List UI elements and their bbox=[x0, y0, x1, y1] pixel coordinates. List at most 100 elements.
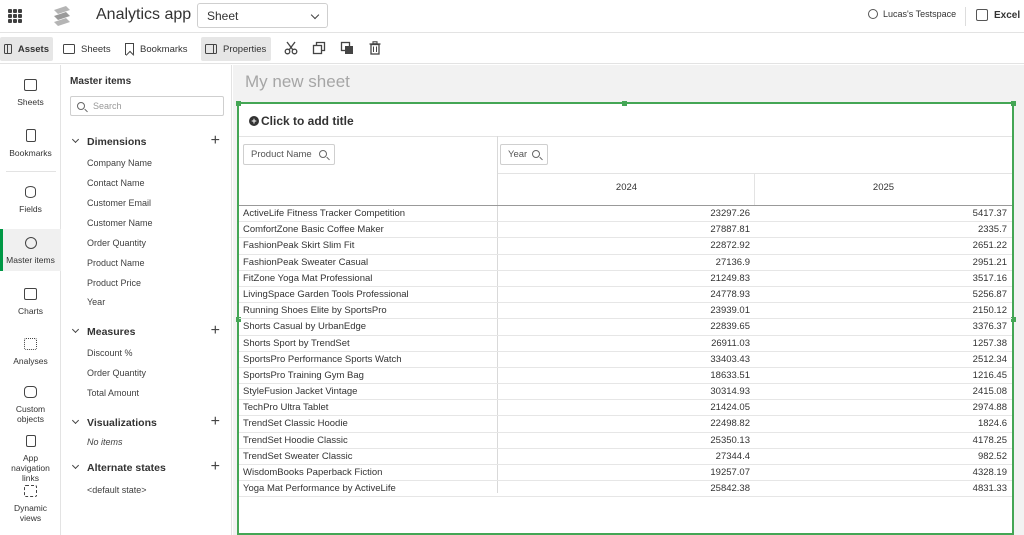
list-item[interactable]: Product Price bbox=[87, 278, 141, 288]
list-item[interactable]: <default state> bbox=[87, 485, 147, 495]
section-visualizations[interactable]: Visualizations + bbox=[70, 413, 224, 432]
add-dimension-icon[interactable]: + bbox=[211, 132, 220, 150]
space-icon bbox=[868, 9, 878, 19]
rail-item-master-items[interactable]: Master items bbox=[0, 229, 61, 271]
list-item[interactable]: Order Quantity bbox=[87, 368, 146, 378]
rail-label: Charts bbox=[17, 306, 44, 316]
list-item[interactable]: Customer Email bbox=[87, 198, 151, 208]
rail-item-fields[interactable]: Fields bbox=[0, 186, 61, 214]
table-row[interactable]: TrendSet Sweater Classic 27344.4 982.52 bbox=[239, 449, 1012, 465]
search-input[interactable]: Search bbox=[70, 96, 224, 116]
add-visualization-icon[interactable]: + bbox=[211, 413, 220, 431]
list-item[interactable]: Contact Name bbox=[87, 178, 145, 188]
bookmarks-button[interactable]: Bookmarks bbox=[121, 37, 192, 61]
puzzle-icon bbox=[24, 386, 37, 398]
table-row[interactable]: LivingSpace Garden Tools Professional 247… bbox=[239, 287, 1012, 304]
column-header-2024[interactable]: 2024 bbox=[498, 182, 755, 193]
properties-button[interactable]: Properties bbox=[201, 37, 271, 61]
value-2024: 33403.43 bbox=[710, 353, 750, 365]
table-row[interactable]: Shorts Casual by UrbanEdge 22839.65 3376.3… bbox=[239, 319, 1012, 336]
properties-panel-icon bbox=[205, 44, 217, 54]
assets-button[interactable]: Assets bbox=[0, 37, 53, 61]
table-row[interactable]: Yoga Mat Performance by ActiveLife 25842.… bbox=[239, 481, 1012, 498]
table-row[interactable]: FitZone Yoga Mat Professional 21249.83 351… bbox=[239, 271, 1012, 287]
paste-icon[interactable] bbox=[340, 41, 354, 55]
value-2025: 5417.37 bbox=[972, 208, 1007, 219]
table-row[interactable]: ActiveLife Fitness Tracker Competition 23… bbox=[239, 206, 1012, 223]
table-row[interactable]: TrendSet Classic Hoodie 22498.82 1824.6 bbox=[239, 416, 1012, 433]
list-item[interactable]: Year bbox=[87, 297, 105, 307]
copy-icon[interactable] bbox=[312, 41, 326, 55]
table-row[interactable]: ComfortZone Basic Coffee Maker 27887.81 23… bbox=[239, 222, 1012, 239]
table-row[interactable]: Running Shoes Elite by SportsPro 23939.01… bbox=[239, 303, 1012, 320]
value-2024: 21424.05 bbox=[710, 402, 750, 414]
product-cell: ActiveLife Fitness Tracker Competition bbox=[243, 208, 406, 219]
list-item[interactable]: Company Name bbox=[87, 158, 152, 168]
rail-item-dynamic-views[interactable]: Dynamic views bbox=[0, 485, 61, 523]
space-indicator[interactable]: Lucas's Testspace bbox=[868, 9, 956, 19]
app-grid-icon[interactable] bbox=[8, 9, 22, 23]
value-2025: 2150.12 bbox=[972, 305, 1007, 317]
product-cell: FitZone Yoga Mat Professional bbox=[243, 272, 373, 284]
value-2024: 22498.82 bbox=[710, 418, 750, 430]
table-row[interactable]: Shorts Sport by TrendSet 26911.03 1257.38 bbox=[239, 336, 1012, 352]
resize-handle[interactable] bbox=[622, 100, 627, 106]
resize-handle[interactable] bbox=[235, 100, 241, 106]
product-name-filter[interactable]: Product Name bbox=[243, 144, 335, 165]
rail-item-sheets[interactable]: Sheets bbox=[0, 79, 61, 107]
object-title[interactable]: + Click to add title bbox=[249, 114, 354, 128]
list-item[interactable]: Order Quantity bbox=[87, 238, 146, 248]
list-item[interactable]: Discount % bbox=[87, 348, 133, 358]
product-cell: ComfortZone Basic Coffee Maker bbox=[243, 224, 384, 236]
product-cell: FashionPeak Skirt Slim Fit bbox=[243, 240, 355, 252]
rail-label: Bookmarks bbox=[9, 148, 52, 158]
add-measure-icon[interactable]: + bbox=[211, 322, 220, 340]
sheet-title[interactable]: My new sheet bbox=[245, 72, 350, 92]
rail-label: Fields bbox=[19, 204, 42, 214]
product-cell: TrendSet Sweater Classic bbox=[243, 450, 353, 462]
table-row[interactable]: SportsPro Performance Sports Watch 33403.… bbox=[239, 352, 1012, 368]
section-dimensions[interactable]: Dimensions + bbox=[70, 132, 224, 151]
year-filter[interactable]: Year bbox=[500, 144, 548, 165]
table-row[interactable]: StyleFusion Jacket Vintage 30314.93 2415.0… bbox=[239, 384, 1012, 401]
pivot-table-object[interactable]: + Click to add title Product Name Year 2… bbox=[235, 100, 1016, 535]
rail-item-analyses[interactable]: Analyses bbox=[0, 338, 61, 366]
value-2024: 21249.83 bbox=[710, 272, 750, 284]
column-header-2025[interactable]: 2025 bbox=[755, 182, 1012, 193]
product-cell: WisdomBooks Paperback Fiction bbox=[243, 467, 383, 478]
section-alternate-states[interactable]: Alternate states + bbox=[70, 458, 224, 477]
export-icon bbox=[976, 9, 988, 21]
table-row[interactable]: WisdomBooks Paperback Fiction 19257.07 432… bbox=[239, 465, 1012, 482]
add-state-icon[interactable]: + bbox=[211, 458, 220, 476]
list-item[interactable]: Total Amount bbox=[87, 388, 139, 398]
bookmark-icon bbox=[25, 129, 36, 142]
list-item[interactable]: Product Name bbox=[87, 258, 145, 268]
product-cell: TrendSet Hoodie Classic bbox=[243, 434, 348, 446]
rail-item-charts[interactable]: Charts bbox=[0, 288, 61, 316]
excel-button[interactable]: Excel bbox=[976, 9, 1020, 21]
table-row[interactable]: FashionPeak Sweater Casual 27136.9 2951.21 bbox=[239, 255, 1012, 271]
chevron-down-icon bbox=[310, 10, 320, 20]
filter-label: Year bbox=[508, 149, 528, 160]
product-cell: Shorts Casual by UrbanEdge bbox=[243, 321, 367, 333]
resize-handle[interactable] bbox=[1010, 100, 1016, 106]
table-row[interactable]: FashionPeak Skirt Slim Fit 22872.92 2651.2… bbox=[239, 238, 1012, 255]
sheets-button[interactable]: Sheets bbox=[59, 37, 115, 61]
table-row[interactable]: SportsPro Training Gym Bag 18633.51 1216.4… bbox=[239, 368, 1012, 385]
product-cell: SportsPro Performance Sports Watch bbox=[243, 353, 402, 365]
section-measures[interactable]: Measures + bbox=[70, 322, 224, 341]
rail-item-bookmarks[interactable]: Bookmarks bbox=[0, 129, 61, 158]
navigation-icon bbox=[25, 435, 36, 447]
table-row[interactable]: TechPro Ultra Tablet 21424.05 2974.88 bbox=[239, 400, 1012, 417]
rail-item-app-navigation-links[interactable]: App navigation links bbox=[0, 435, 61, 483]
rail-label: Custom objects bbox=[15, 404, 46, 424]
bookmark-icon bbox=[125, 43, 134, 55]
value-2024: 23939.01 bbox=[710, 305, 750, 317]
cut-icon[interactable] bbox=[284, 41, 298, 55]
sheet-select[interactable]: Sheet bbox=[197, 3, 328, 28]
list-item[interactable]: Customer Name bbox=[87, 218, 153, 228]
table-row[interactable]: TrendSet Hoodie Classic 25350.13 4178.25 bbox=[239, 433, 1012, 449]
rail-item-custom-objects[interactable]: Custom objects bbox=[0, 386, 61, 424]
rail-label: Analyses bbox=[13, 356, 48, 366]
delete-icon[interactable] bbox=[368, 41, 382, 55]
